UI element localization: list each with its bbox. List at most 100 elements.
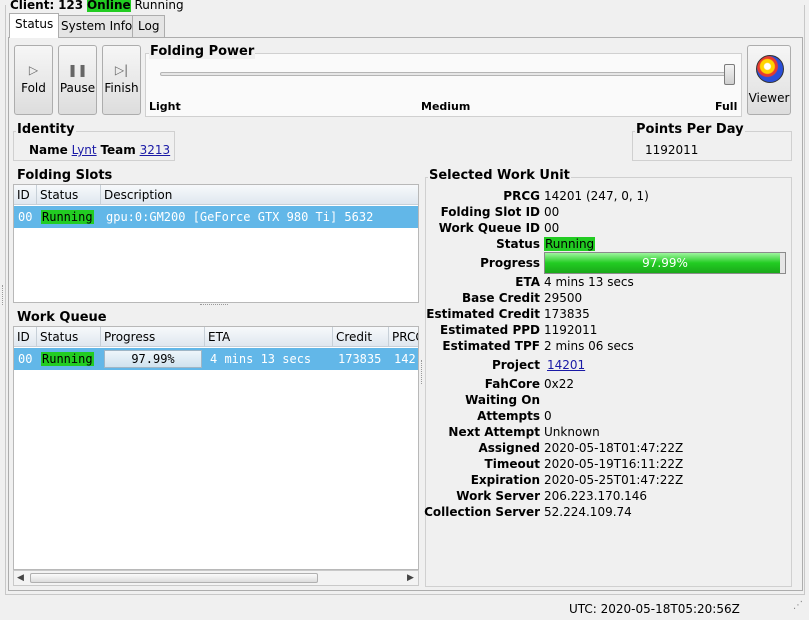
wu-value-fahcore: 0x22 [544, 377, 575, 391]
wu-value-next-attempt: Unknown [544, 425, 600, 439]
name-label: Name [29, 143, 68, 157]
wu-label-next-attempt: Next Attempt [448, 425, 540, 439]
wu-value-work-server: 206.223.170.146 [544, 489, 648, 503]
client-header: Client: 123 Online Running [8, 0, 186, 13]
wu-label-column: PRCG Folding Slot ID Work Queue ID Statu… [424, 0, 540, 600]
wu-value-base-credit: 29500 [544, 291, 583, 305]
slot-id-cell: 00 [18, 210, 33, 224]
scroll-thumb[interactable] [30, 573, 318, 583]
folding-slots-header: ID Status Description [14, 185, 418, 205]
table-row[interactable]: 00 Running 97.99% 4 mins 13 secs 173835 … [14, 348, 418, 370]
client-name: 123 [58, 0, 84, 12]
wq-progress-cell: 97.99% [104, 350, 202, 368]
wu-label-work-server: Work Server [456, 489, 540, 503]
pause-icon: ❚❚ [67, 63, 88, 77]
wu-label-assigned: Assigned [478, 441, 540, 455]
col-progress[interactable]: Progress [101, 327, 205, 346]
wu-value-attempts: 0 [544, 409, 552, 423]
wu-label-timeout: Timeout [484, 457, 540, 471]
finish-button-label: Finish [104, 81, 139, 95]
tab-status[interactable]: Status [9, 13, 60, 38]
fold-button-label: Fold [21, 81, 46, 95]
status-bar: UTC: 2020-05-18T05:20:56Z ⋰ [0, 596, 809, 620]
play-icon: ▷ [28, 63, 39, 77]
ppd-value: 1192011 [645, 143, 699, 157]
wq-eta-cell: 4 mins 13 secs [210, 352, 312, 366]
progress-text: 97.99% [642, 256, 688, 270]
folding-power-slider-handle[interactable] [724, 64, 735, 85]
wu-label-estimated-ppd: Estimated PPD [440, 323, 540, 337]
tab-log[interactable]: Log [132, 15, 166, 37]
col-credit[interactable]: Credit [333, 327, 389, 346]
fold-button[interactable]: ▷ Fold [14, 45, 53, 115]
wu-value-expiration: 2020-05-25T01:47:22Z [544, 473, 684, 487]
folding-slots-title: Folding Slots [16, 168, 114, 183]
wu-label-collection-server: Collection Server [424, 505, 540, 519]
col-prcg[interactable]: PRCG [389, 327, 418, 346]
slot-description-cell: gpu:0:GM200 [GeForce GTX 980 Ti] 5632 [106, 210, 374, 224]
pause-button[interactable]: ❚❚ Pause [58, 45, 97, 115]
work-queue-table: ID Status Progress ETA Credit PRCG 00 Ru… [13, 326, 419, 570]
wu-label-progress: Progress [480, 256, 540, 270]
tab-status-label: Status [15, 17, 54, 31]
col-id[interactable]: ID [14, 327, 37, 346]
wu-value-status: Running [544, 237, 596, 251]
folding-power-title: Folding Power [149, 44, 256, 59]
left-edge-grip [2, 285, 4, 305]
viewer-button[interactable]: Viewer [747, 45, 791, 115]
col-id[interactable]: ID [14, 185, 37, 205]
ppd-title: Points Per Day [635, 122, 745, 137]
splitter-handle[interactable] [200, 304, 228, 307]
finish-button[interactable]: ▷| Finish [102, 45, 141, 115]
wu-label-work-queue-id: Work Queue ID [438, 221, 540, 235]
vertical-splitter-handle[interactable] [421, 360, 423, 384]
work-queue-title: Work Queue [16, 310, 108, 325]
wq-progress-text: 97.99% [131, 352, 175, 366]
work-queue-header: ID Status Progress ETA Credit PRCG [14, 327, 418, 347]
pause-button-label: Pause [59, 81, 96, 95]
name-link[interactable]: Lynt [72, 143, 97, 157]
online-badge: Online [86, 0, 131, 12]
tab-system-info[interactable]: System Info [55, 15, 139, 37]
wq-status-cell: Running [41, 352, 94, 366]
scroll-left-icon[interactable]: ◀ [17, 571, 24, 585]
wu-label-eta: ETA [515, 275, 540, 289]
table-row[interactable]: 00 Running gpu:0:GM200 [GeForce GTX 980 … [14, 206, 418, 228]
folding-slots-table: ID Status Description 00 Running gpu:0:G… [13, 184, 419, 303]
wu-label-fahcore: FahCore [484, 377, 540, 391]
scroll-right-icon[interactable]: ▶ [407, 571, 414, 585]
wu-label-expiration: Expiration [470, 473, 540, 487]
wu-value-timeout: 2020-05-19T16:11:22Z [544, 457, 684, 471]
client-state: Running [134, 0, 184, 12]
identity-title: Identity [16, 122, 76, 137]
col-eta[interactable]: ETA [205, 327, 333, 346]
wu-value-assigned: 2020-05-18T01:47:22Z [544, 441, 684, 455]
col-status[interactable]: Status [37, 185, 101, 205]
wu-value-estimated-credit: 173835 [544, 307, 590, 321]
wu-value-prcg: 14201 (247, 0, 1) [544, 189, 649, 203]
wu-value-estimated-tpf: 2 mins 06 secs [544, 339, 634, 353]
tab-system-info-label: System Info [61, 19, 133, 33]
wq-credit-cell: 173835 [338, 352, 382, 366]
utc-clock: UTC: 2020-05-18T05:20:56Z [569, 602, 740, 616]
project-link[interactable]: 14201 [547, 358, 585, 372]
wu-value-collection-server: 52.224.109.74 [544, 505, 632, 519]
wu-label-base-credit: Base Credit [461, 291, 540, 305]
slot-status-cell: Running [41, 210, 94, 224]
wu-label-attempts: Attempts [477, 409, 540, 423]
wu-label-estimated-credit: Estimated Credit [426, 307, 540, 321]
col-description[interactable]: Description [101, 185, 418, 205]
wu-label-folding-slot-id: Folding Slot ID [440, 205, 540, 219]
col-status[interactable]: Status [37, 327, 101, 346]
resize-grip-icon[interactable]: ⋰ [793, 598, 805, 614]
viewer-button-label: Viewer [748, 91, 790, 105]
wu-value-estimated-ppd: 1192011 [544, 323, 598, 337]
team-link[interactable]: 3213 [140, 143, 171, 157]
wu-label-waiting-on: Waiting On [465, 393, 540, 407]
power-light-label: Light [149, 100, 181, 113]
wq-prcg-cell: 142 [394, 352, 416, 366]
work-queue-hscrollbar[interactable]: ◀ ▶ [13, 570, 419, 586]
wu-value-eta: 4 mins 13 secs [544, 275, 634, 289]
power-full-label: Full [715, 100, 738, 113]
wq-id-cell: 00 [18, 352, 33, 366]
